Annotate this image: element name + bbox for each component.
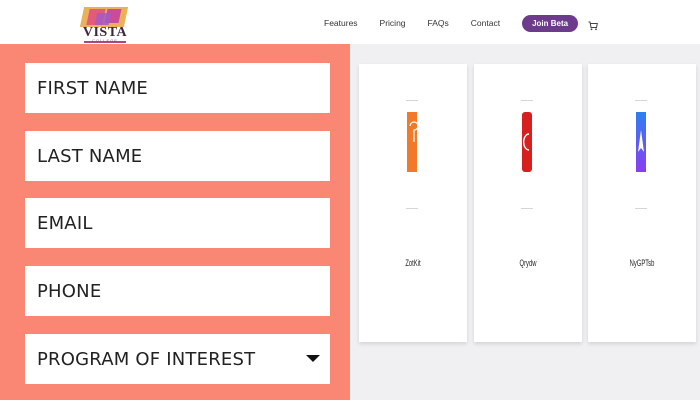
card-label: Qrydw: [519, 258, 537, 268]
divider: [635, 100, 647, 101]
main-nav: Features Pricing FAQs Contact Join Beta: [324, 14, 599, 32]
divider: [406, 100, 418, 101]
divider: [406, 208, 418, 209]
nav-pricing[interactable]: Pricing: [380, 14, 406, 32]
logo-subtext: COLLEGE: [92, 38, 118, 43]
cart-icon[interactable]: [588, 18, 599, 31]
vista-logo[interactable]: VISTA COLLEGE: [79, 5, 130, 45]
app-card[interactable]: NyGPTsb: [588, 64, 696, 342]
first-name-placeholder: FIRST NAME: [37, 78, 148, 99]
phone-field[interactable]: PHONE: [25, 266, 330, 316]
card-label: NyGPTsb: [629, 258, 655, 268]
app-card[interactable]: Qrydw: [474, 64, 582, 342]
last-name-field[interactable]: LAST NAME: [25, 131, 330, 181]
divider: [521, 208, 533, 209]
card-label: ZotKit: [405, 258, 421, 268]
nav-faqs[interactable]: FAQs: [428, 14, 449, 32]
program-placeholder: PROGRAM OF INTEREST: [37, 349, 256, 370]
phone-placeholder: PHONE: [37, 281, 102, 302]
app-icon-orange: [407, 112, 417, 172]
email-field[interactable]: EMAIL: [25, 198, 330, 248]
contact-form-panel: FIRST NAME LAST NAME EMAIL PHONE PROGRAM…: [0, 44, 350, 400]
join-beta-button[interactable]: Join Beta: [522, 14, 579, 32]
divider: [521, 100, 533, 101]
app-cards-area: ZotKit Qrydw NyGPTsb: [350, 44, 700, 400]
nav-features[interactable]: Features: [324, 14, 358, 32]
first-name-field[interactable]: FIRST NAME: [25, 63, 330, 113]
logo-shape: [94, 13, 112, 25]
top-header: VISTA COLLEGE Features Pricing FAQs Cont…: [0, 0, 700, 44]
divider: [635, 208, 647, 209]
app-icon-red: [522, 112, 532, 172]
app-icon-purple: [636, 112, 646, 172]
chevron-down-icon: [306, 355, 320, 362]
nav-contact[interactable]: Contact: [471, 14, 500, 32]
last-name-placeholder: LAST NAME: [37, 146, 143, 167]
email-placeholder: EMAIL: [37, 213, 93, 234]
program-of-interest-select[interactable]: PROGRAM OF INTEREST: [25, 334, 330, 384]
app-card[interactable]: ZotKit: [359, 64, 467, 342]
